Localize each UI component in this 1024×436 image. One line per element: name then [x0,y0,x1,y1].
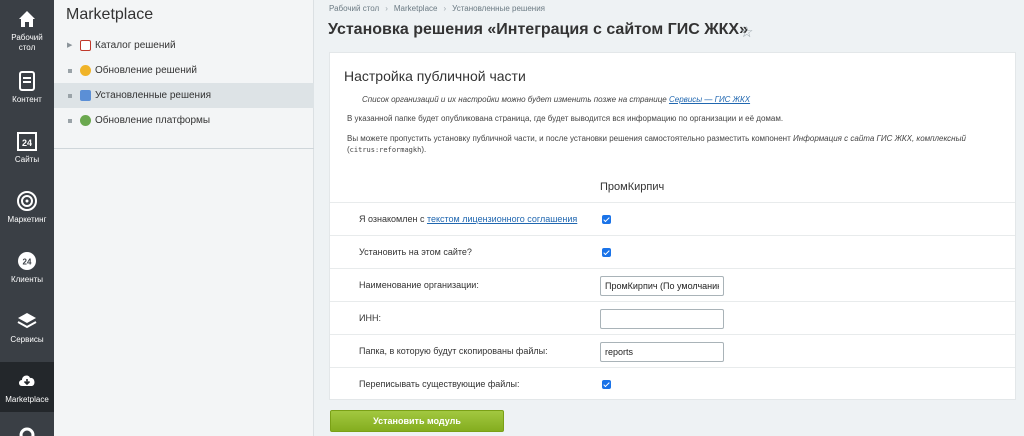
home-icon [19,11,35,27]
nav-settings[interactable] [0,420,54,436]
bullet-icon [68,119,72,123]
nav-marketing-label: Маркетинг [7,215,47,224]
menu-item-label: Обновление решений [95,65,197,76]
svg-text:24: 24 [23,258,32,267]
org-name-input[interactable] [600,276,724,296]
target-icon [17,191,37,211]
menu-divider [54,148,314,149]
org-header-row: ПромКирпич [330,171,1015,203]
menu-item-updates[interactable]: Обновление решений [54,58,314,83]
document-icon [19,71,35,91]
menu-title: Marketplace [66,6,154,23]
component-code: citrus:reformagkh [349,146,422,154]
settings-panel: Настройка публичной части Список организ… [329,52,1016,400]
menu-item-label: Каталог решений [95,40,176,51]
inn-input[interactable] [600,309,724,329]
breadcrumb-installed[interactable]: Установленные решения [452,4,545,13]
folder-input[interactable] [600,342,724,362]
update-icon [80,65,91,76]
star-icon[interactable]: ☆ [740,23,753,41]
bullet-icon [68,69,72,73]
menu-item-catalog[interactable]: ▶ Каталог решений [54,33,314,58]
nav-marketing[interactable]: Маркетинг [0,182,54,242]
nav-content[interactable]: Контент [0,62,54,122]
gear-icon [19,427,35,436]
org-name-row: Наименование организации: [330,269,1015,302]
info-note-skip: Вы можете пропустить установку публичной… [347,133,997,156]
info-note-organizations: Список организаций и их настройки можно … [362,95,750,104]
inn-row: ИНН: [330,302,1015,335]
platform-update-icon [80,115,91,126]
nav-clients[interactable]: 24 Клиенты [0,242,54,302]
org-name-label: Наименование организации: [359,280,479,290]
breadcrumb: Рабочий стол › Marketplace › Установленные р… [329,4,545,13]
nav-marketplace-label: Marketplace [5,395,49,404]
calendar-24-icon: 24 [17,132,37,151]
folder-label: Папка, в которую будут скопированы файлы… [359,346,548,356]
folder-row: Папка, в которую будут скопированы файлы… [330,335,1015,368]
license-row: Я ознакомлен с текстом лицензионного сог… [330,203,1015,236]
layers-icon [17,313,37,329]
breadcrumb-desktop[interactable]: Рабочий стол [329,4,379,13]
bullet-icon [68,94,72,98]
nav-desktop-label-2: стол [18,43,36,52]
license-checkbox[interactable] [602,215,611,224]
license-label: Я ознакомлен с текстом лицензионного сог… [359,203,577,236]
page-title: Установка решения «Интеграция с сайтом Г… [328,21,748,38]
panel-heading: Настройка публичной части [344,68,526,84]
nav-sites[interactable]: 24 Сайты [0,122,54,182]
nav-services[interactable]: Сервисы [0,302,54,362]
nav-desktop[interactable]: Рабочий стол [0,0,54,60]
menu-item-label: Установленные решения [95,90,212,101]
clients-24-icon: 24 [18,252,36,270]
menu-item-platform-update[interactable]: Обновление платформы [54,108,314,133]
menu-item-label: Обновление платформы [95,115,211,126]
main-content: Рабочий стол › Marketplace › Установленные р… [314,0,1024,436]
overwrite-checkbox[interactable] [602,380,611,389]
license-prefix: Я ознакомлен с [359,214,427,224]
inn-label: ИНН: [359,313,381,323]
installed-icon [80,90,91,101]
breadcrumb-marketplace[interactable]: Marketplace [394,4,438,13]
install-label: Установить на этом сайте? [359,247,472,257]
breadcrumb-separator: › [385,4,388,13]
overwrite-row: Переписывать существующие файлы: [330,368,1015,401]
settings-form: ПромКирпич Я ознакомлен с текстом лиценз… [330,171,1015,401]
install-module-button[interactable]: Установить модуль [330,410,504,432]
menu-list: ▶ Каталог решений Обновление решений Уст… [54,33,314,133]
nav-content-label: Контент [12,95,42,104]
svg-text:24: 24 [22,138,32,148]
cloud-download-icon [19,375,35,386]
services-gis-link[interactable]: Сервисы — ГИС ЖКХ [669,95,750,104]
nav-marketplace[interactable]: Marketplace [0,362,54,412]
install-row: Установить на этом сайте? [330,236,1015,269]
marketplace-menu: Marketplace ▶ Каталог решений Обновление… [54,0,314,436]
menu-item-installed[interactable]: Установленные решения [54,83,314,108]
note-text: Список организаций и их настройки можно … [362,95,669,104]
breadcrumb-separator: › [443,4,447,13]
license-agreement-link[interactable]: текстом лицензионного соглашения [427,214,577,224]
overwrite-label: Переписывать существующие файлы: [359,379,520,389]
note-text: ). [421,145,427,154]
expand-arrow-icon[interactable]: ▶ [67,33,72,58]
nav-sites-label: Сайты [14,155,40,164]
nav-desktop-label: Рабочий [11,33,43,42]
catalog-icon [80,40,91,51]
org-header: ПромКирпич [600,181,665,193]
install-checkbox[interactable] [602,248,611,257]
nav-services-label: Сервисы [10,335,44,344]
note-text: Вы можете пропустить установку публичной… [347,134,793,143]
info-note-folder: В указанной папке будет опубликована стр… [347,114,784,123]
nav-clients-label: Клиенты [10,275,44,284]
icon-sidebar: Рабочий стол Контент 24 Сайты Маркетинг … [0,0,54,436]
component-name: Информация с сайта ГИС ЖКХ, комплексный [792,134,966,143]
